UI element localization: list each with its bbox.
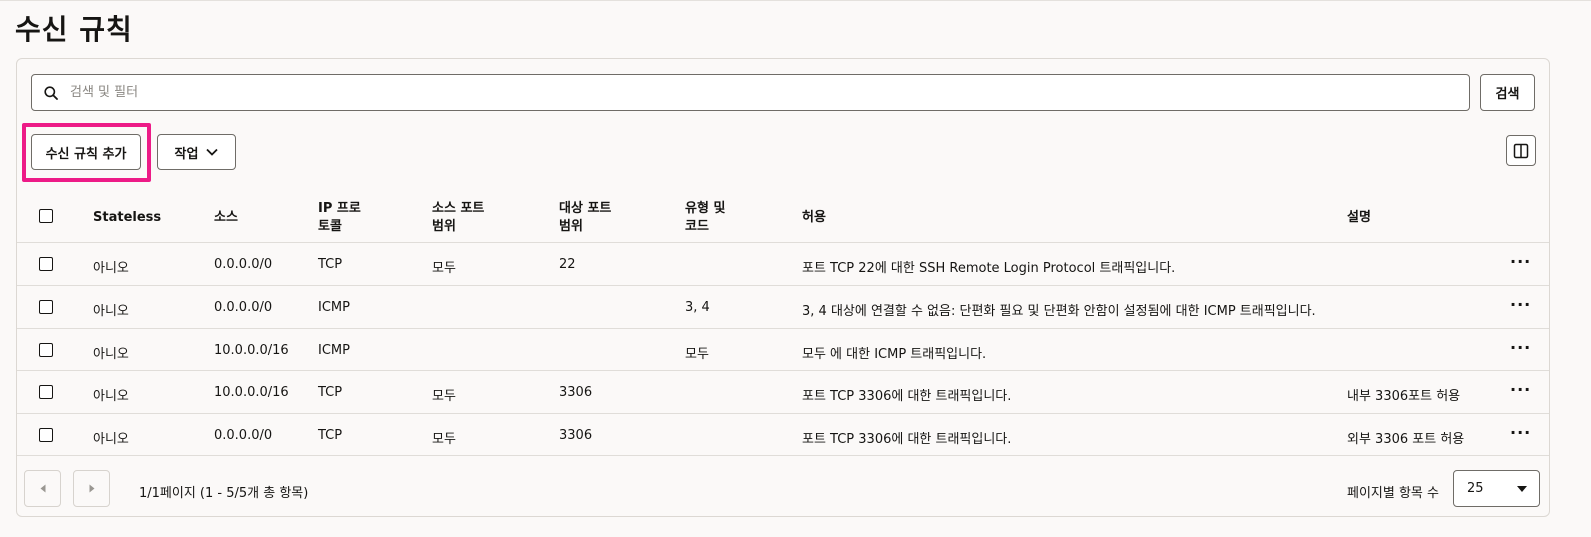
row-checkbox[interactable]	[39, 428, 53, 442]
cell-source-port: 모두	[432, 261, 456, 276]
header-type-code: 유형 및 코드	[685, 201, 726, 234]
cell-source-port: 모두	[432, 389, 456, 404]
cell-protocol: TCP	[318, 428, 343, 443]
cell-source: 10.0.0.0/16	[214, 343, 289, 358]
add-ingress-rule-button[interactable]: 수신 규칙 추가	[31, 134, 141, 170]
header-description: 설명	[1347, 210, 1371, 225]
cell-source-port: 모두	[432, 432, 456, 447]
ingress-rules-panel: 검색 수신 규칙 추가 작업 Stateless 소스 IP 프로 토콜 소스 …	[16, 58, 1550, 517]
table-header-row: Stateless 소스 IP 프로 토콜 소스 포트 범위 대상 포트 범위 …	[17, 185, 1549, 243]
page-title: 수신 규칙	[15, 13, 133, 46]
cell-stateless: 아니오	[93, 261, 129, 276]
cell-destination-port: 3306	[559, 428, 593, 443]
search-icon	[44, 85, 58, 100]
header-source: 소스	[214, 210, 238, 225]
cell-stateless: 아니오	[93, 304, 129, 319]
cell-description: 외부 3306 포트 허용	[1347, 432, 1465, 447]
top-divider	[0, 0, 1591, 1]
select-all-checkbox[interactable]	[39, 209, 53, 223]
cell-source: 0.0.0.0/0	[214, 300, 273, 315]
cell-protocol: TCP	[318, 257, 343, 272]
chevron-left-icon	[40, 484, 45, 493]
search-input[interactable]	[70, 75, 1469, 110]
cell-allow: 포트 TCP 3306에 대한 트래픽입니다.	[802, 432, 1012, 447]
previous-page-button[interactable]	[24, 470, 61, 507]
pagination-summary: 1/1페이지 (1 - 5/5개 총 항목)	[139, 486, 309, 501]
per-page-label: 페이지별 항목 수	[1347, 486, 1439, 501]
table-row: 아니오 0.0.0.0/0 TCP 모두 3306 포트 TCP 3306에 대…	[17, 414, 1549, 456]
header-destination-port: 대상 포트 범위	[559, 201, 612, 234]
cell-description: 내부 3306포트 허용	[1347, 389, 1461, 404]
table-row: 아니오 0.0.0.0/0 ICMP 3, 4 3, 4 대상에 연결할 수 없…	[17, 286, 1549, 329]
cell-source: 0.0.0.0/0	[214, 257, 273, 272]
table-row: 아니오 10.0.0.0/16 ICMP 모두 모두 에 대한 ICMP 트래픽…	[17, 329, 1549, 371]
cell-source: 0.0.0.0/0	[214, 428, 273, 443]
row-actions-menu[interactable]: ···	[1510, 252, 1531, 271]
cell-protocol: ICMP	[318, 343, 350, 358]
columns-icon	[1513, 143, 1529, 158]
row-checkbox[interactable]	[39, 385, 53, 399]
header-source-port: 소스 포트 범위	[432, 201, 485, 234]
chevron-down-icon	[206, 148, 219, 156]
row-actions-menu[interactable]: ···	[1510, 338, 1531, 357]
cell-allow: 모두 에 대한 ICMP 트래픽입니다.	[802, 347, 987, 362]
next-page-button[interactable]	[73, 470, 110, 507]
chevron-right-icon	[89, 484, 94, 493]
cell-type-code: 모두	[685, 347, 709, 362]
column-settings-button[interactable]	[1506, 135, 1536, 166]
cell-stateless: 아니오	[93, 389, 129, 404]
caret-down-icon	[1517, 485, 1527, 492]
actions-menu-button[interactable]: 작업	[157, 134, 236, 170]
cell-source: 10.0.0.0/16	[214, 385, 289, 400]
cell-destination-port: 3306	[559, 385, 593, 400]
cell-destination-port: 22	[559, 257, 576, 272]
table-row: 아니오 0.0.0.0/0 TCP 모두 22 포트 TCP 22에 대한 SS…	[17, 243, 1549, 286]
cell-stateless: 아니오	[93, 432, 129, 447]
header-protocol: IP 프로 토콜	[318, 201, 361, 234]
row-actions-menu[interactable]: ···	[1510, 380, 1531, 399]
row-actions-menu[interactable]: ···	[1510, 423, 1531, 442]
cell-allow: 포트 TCP 22에 대한 SSH Remote Login Protocol …	[802, 261, 1176, 276]
cell-allow: 3, 4 대상에 연결할 수 없음: 단편화 필요 및 단편화 안함이 설정됨에…	[802, 304, 1316, 319]
header-allow: 허용	[802, 210, 826, 225]
cell-type-code: 3, 4	[685, 300, 710, 315]
cell-protocol: ICMP	[318, 300, 350, 315]
row-checkbox[interactable]	[39, 300, 53, 314]
per-page-value: 25	[1467, 481, 1484, 496]
per-page-select[interactable]: 25	[1453, 470, 1540, 507]
actions-label: 작업	[174, 146, 199, 162]
cell-allow: 포트 TCP 3306에 대한 트래픽입니다.	[802, 389, 1012, 404]
row-checkbox[interactable]	[39, 257, 53, 271]
row-checkbox[interactable]	[39, 343, 53, 357]
row-actions-menu[interactable]: ···	[1510, 295, 1531, 314]
cell-protocol: TCP	[318, 385, 343, 400]
search-filter-box[interactable]	[31, 74, 1470, 111]
table-row: 아니오 10.0.0.0/16 TCP 모두 3306 포트 TCP 3306에…	[17, 371, 1549, 414]
cell-stateless: 아니오	[93, 347, 129, 362]
header-stateless: Stateless	[93, 210, 162, 225]
search-button[interactable]: 검색	[1480, 74, 1535, 111]
